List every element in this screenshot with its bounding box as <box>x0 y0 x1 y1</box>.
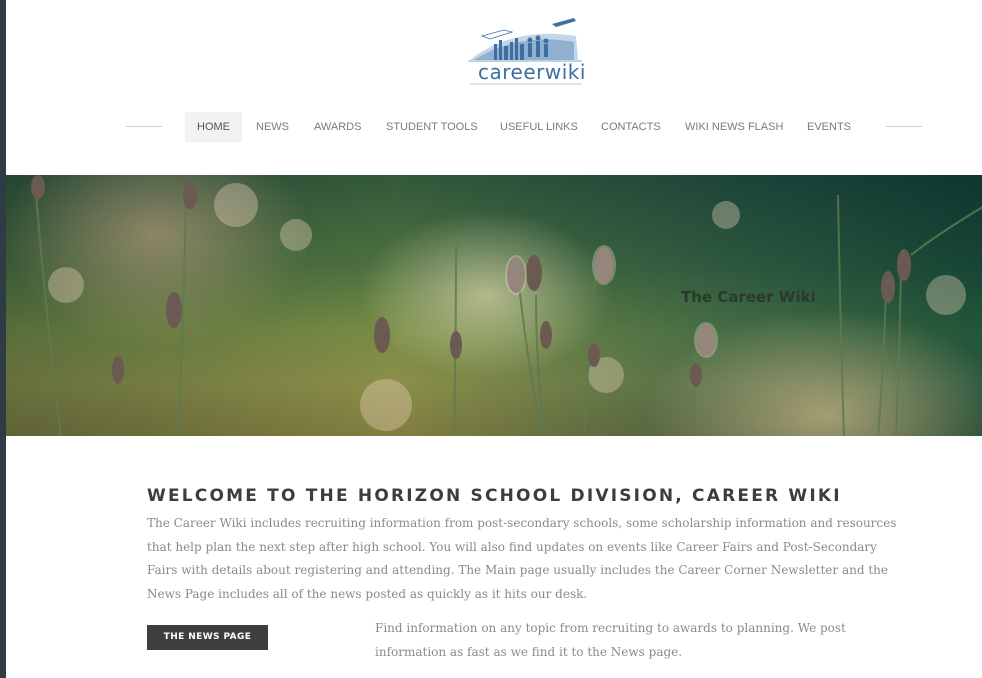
nav-divider-right <box>886 126 922 127</box>
news-page-description: Find information on any topic from recru… <box>375 621 846 659</box>
nav-item-awards[interactable]: AWARDS <box>314 112 361 142</box>
page: careerwiki HOME NEWS AWARDS STUDENT TOOL… <box>6 0 982 678</box>
main-nav: HOME NEWS AWARDS STUDENT TOOLS USEFUL LI… <box>6 112 982 142</box>
nav-item-useful-links[interactable]: USEFUL LINKS <box>500 112 578 142</box>
nav-divider-left <box>126 126 162 127</box>
nav-item-events[interactable]: EVENTS <box>807 112 851 142</box>
logo-text: careerwiki <box>478 60 586 84</box>
nav-item-wiki-news-flash[interactable]: WIKI NEWS FLASH <box>685 112 783 142</box>
careerwiki-logo[interactable]: careerwiki <box>464 14 588 88</box>
hero-banner: The Career Wiki <box>6 175 982 436</box>
hero-title: The Career Wiki <box>681 288 816 306</box>
nav-item-news[interactable]: NEWS <box>256 112 289 142</box>
nav-item-student-tools[interactable]: STUDENT TOOLS <box>386 112 478 142</box>
news-page-button[interactable]: THE NEWS PAGE <box>147 625 268 650</box>
nav-item-contacts[interactable]: CONTACTS <box>601 112 661 142</box>
welcome-heading: WELCOME TO THE HORIZON SCHOOL DIVISION, … <box>147 486 842 506</box>
welcome-body-text: The Career Wiki includes recruiting info… <box>147 516 897 601</box>
nav-item-home[interactable]: HOME <box>185 112 242 142</box>
hero-flowers-image <box>31 175 982 436</box>
